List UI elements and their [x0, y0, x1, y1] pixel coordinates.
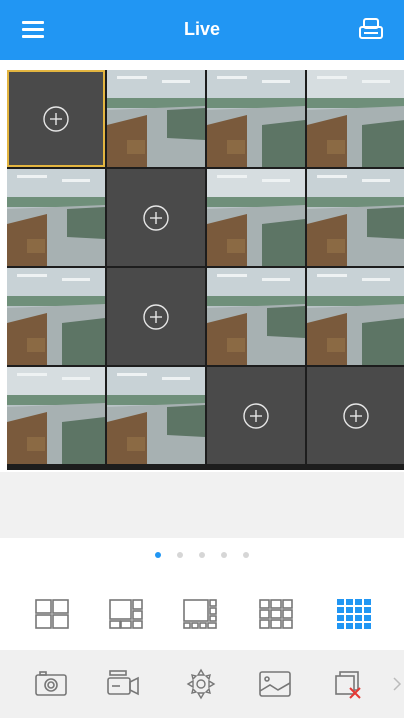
- empty-video-slot[interactable]: [107, 268, 205, 365]
- add-circle-icon: [43, 105, 69, 132]
- page-dot[interactable]: [199, 552, 205, 558]
- add-circle-icon: [343, 402, 369, 429]
- camera-feed[interactable]: [107, 367, 205, 464]
- layout-6-icon[interactable]: [108, 598, 144, 630]
- close-all-windows-icon[interactable]: [332, 668, 366, 700]
- layout-3x3-icon[interactable]: [258, 598, 294, 630]
- empty-video-slot[interactable]: [207, 367, 305, 464]
- printer-icon[interactable]: [358, 16, 384, 42]
- empty-video-slot[interactable]: [307, 367, 404, 464]
- page-dot[interactable]: [221, 552, 227, 558]
- empty-video-slot[interactable]: [107, 169, 205, 266]
- empty-playback-area: [0, 472, 404, 538]
- camera-feed[interactable]: [7, 367, 105, 464]
- video-record-icon[interactable]: [106, 668, 140, 700]
- ptz-control-icon[interactable]: [184, 668, 218, 700]
- header-bar: Live: [0, 0, 404, 60]
- empty-video-slot[interactable]: [7, 70, 105, 167]
- add-circle-icon: [143, 303, 169, 330]
- page-dot[interactable]: [155, 552, 161, 558]
- live-video-grid: [7, 70, 404, 470]
- camera-feed[interactable]: [307, 70, 404, 167]
- camera-feed[interactable]: [207, 169, 305, 266]
- add-circle-icon: [143, 204, 169, 231]
- layout-8-icon[interactable]: [182, 598, 218, 630]
- add-circle-icon: [243, 402, 269, 429]
- page-dot[interactable]: [177, 552, 183, 558]
- camera-feed[interactable]: [7, 268, 105, 365]
- camera-feed[interactable]: [7, 169, 105, 266]
- image-icon[interactable]: [258, 668, 292, 700]
- camera-feed[interactable]: [307, 268, 404, 365]
- page-indicator: [0, 548, 404, 562]
- chevron-right-icon[interactable]: [392, 676, 402, 692]
- camera-feed[interactable]: [107, 70, 205, 167]
- layout-4x4-icon[interactable]: [336, 598, 372, 630]
- camera-feed[interactable]: [207, 268, 305, 365]
- page-dot[interactable]: [243, 552, 249, 558]
- camera-feed[interactable]: [207, 70, 305, 167]
- camera-icon[interactable]: [34, 668, 68, 700]
- layout-2x2-icon[interactable]: [34, 598, 70, 630]
- action-toolbar: [0, 650, 404, 718]
- camera-feed[interactable]: [307, 169, 404, 266]
- page-title: Live: [183, 19, 221, 39]
- layout-toolbar: [0, 590, 404, 638]
